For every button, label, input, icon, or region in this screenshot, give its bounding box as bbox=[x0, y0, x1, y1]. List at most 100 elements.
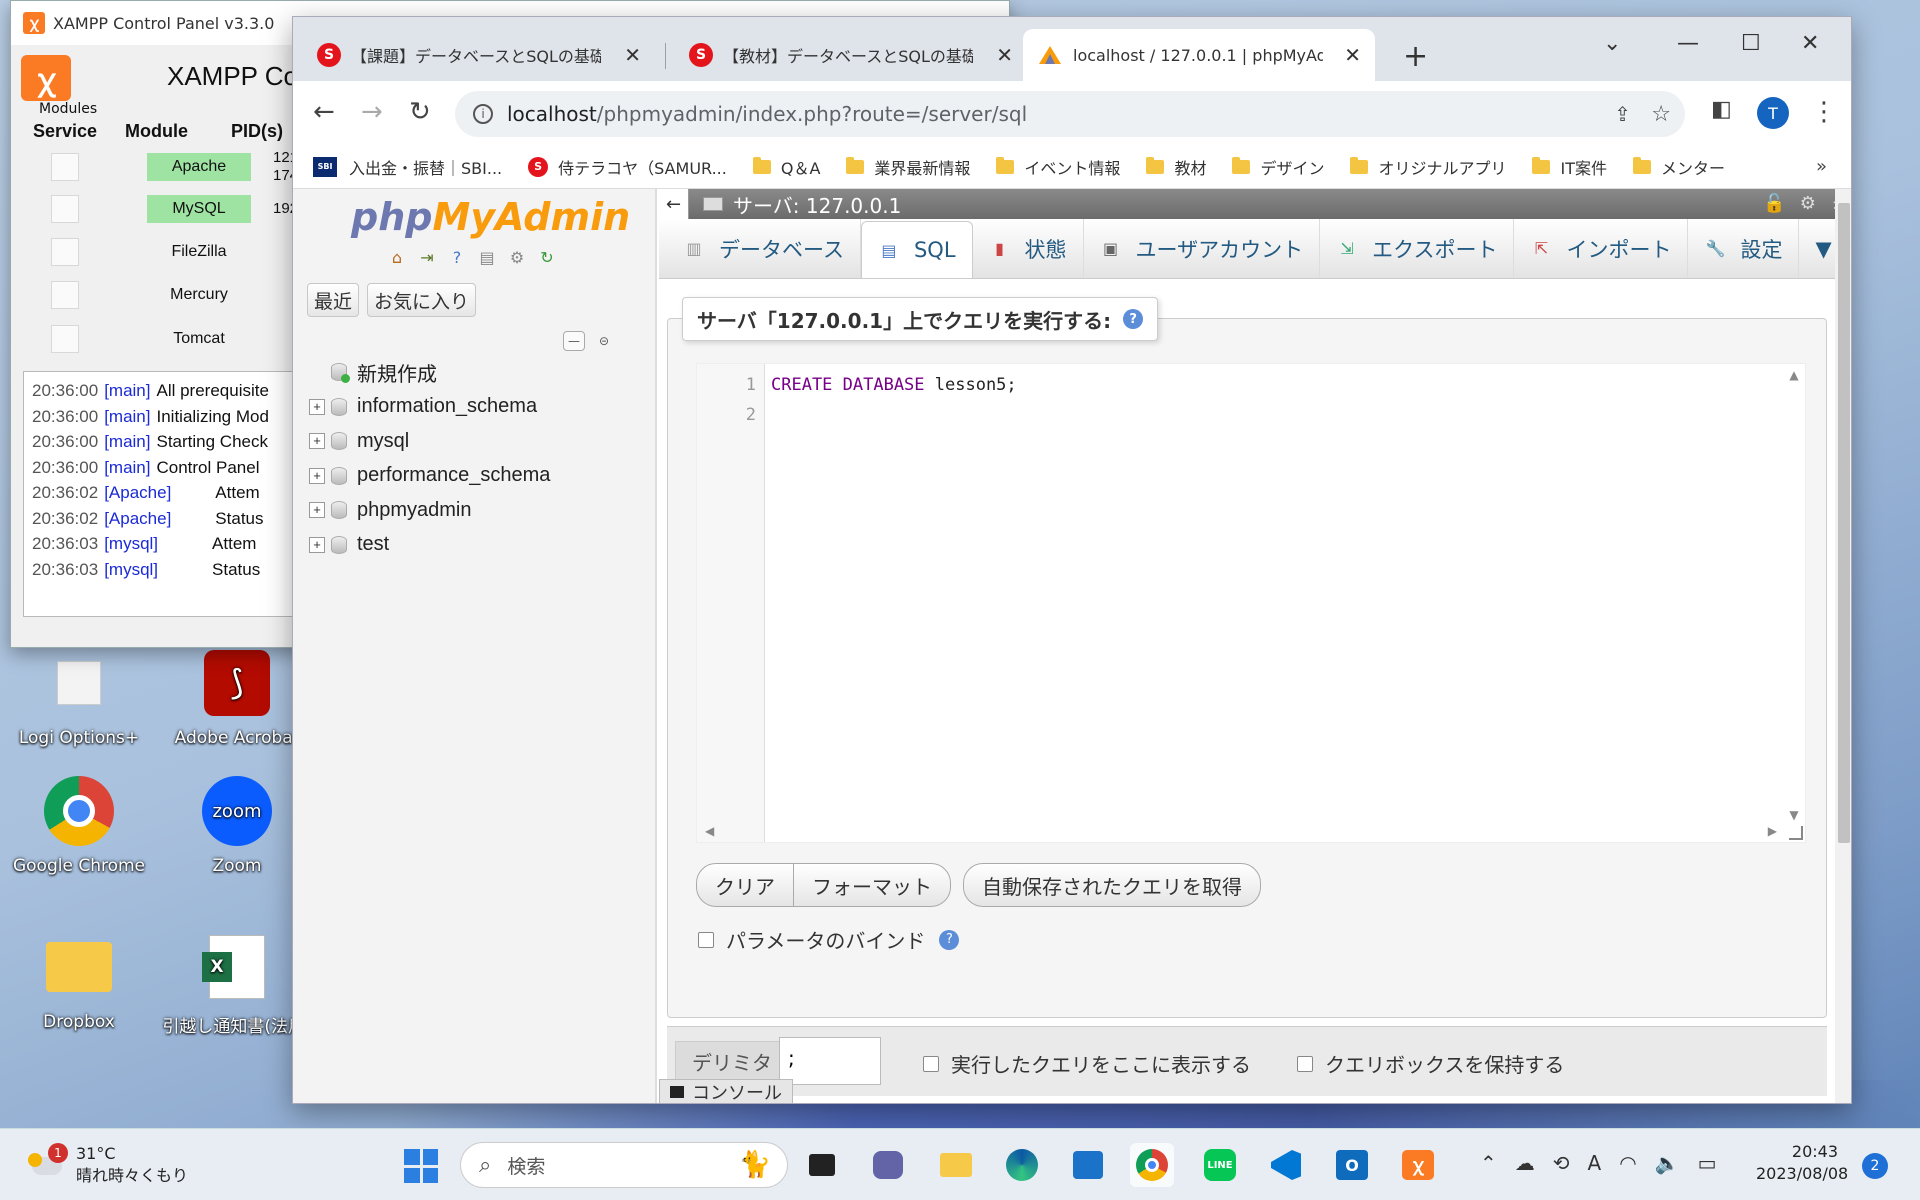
expand-icon[interactable]: + bbox=[309, 467, 325, 484]
bookmark-item[interactable]: SBI 入出金・振替｜SBI... bbox=[313, 155, 502, 179]
close-icon[interactable]: ✕ bbox=[996, 43, 1013, 67]
chevron-up-icon[interactable]: ⌃ bbox=[1480, 1151, 1497, 1175]
bookmark-folder[interactable]: メンター bbox=[1632, 155, 1725, 179]
browser-tab-2[interactable]: S 【教材】データベースとSQLの基礎を学 ✕ bbox=[675, 29, 1027, 81]
star-icon[interactable]: ☆ bbox=[1651, 102, 1671, 127]
resize-handle-icon[interactable] bbox=[1789, 826, 1803, 840]
service-checkbox[interactable] bbox=[51, 153, 79, 181]
collapse-nav-icon[interactable]: ← bbox=[659, 189, 689, 219]
xampp-taskbar-icon[interactable]: ꭓ bbox=[1396, 1143, 1440, 1187]
more-bookmarks-icon[interactable]: » bbox=[1816, 156, 1827, 177]
bookmark-folder[interactable]: Q＆A bbox=[752, 155, 820, 179]
bookmark-folder[interactable]: イベント情報 bbox=[996, 155, 1120, 179]
desktop-icon-chrome[interactable]: Google Chrome bbox=[4, 774, 154, 876]
onedrive-icon[interactable]: ☁ bbox=[1515, 1151, 1535, 1175]
tab-import[interactable]: ⇱ インポート bbox=[1514, 219, 1689, 278]
console-toggle[interactable]: コンソール bbox=[659, 1079, 793, 1103]
desktop-icon-zoom[interactable]: zoom Zoom bbox=[162, 774, 312, 876]
page-scrollbar[interactable] bbox=[1835, 189, 1851, 1103]
scroll-down-icon[interactable]: ▼ bbox=[1789, 808, 1798, 822]
bookmark-item[interactable]: S 侍テラコヤ（SAMUR... bbox=[528, 155, 727, 179]
store-icon[interactable] bbox=[1066, 1143, 1110, 1187]
sync-icon[interactable]: ⟲ bbox=[1553, 1151, 1570, 1175]
tab-databases[interactable]: ▥ データベース bbox=[667, 219, 861, 278]
expand-icon[interactable]: + bbox=[309, 502, 325, 519]
bookmark-folder[interactable]: デザイン bbox=[1232, 155, 1324, 179]
bookmark-folder[interactable]: 教材 bbox=[1146, 155, 1206, 179]
scroll-left-icon[interactable]: ◀ bbox=[705, 824, 714, 838]
recent-button[interactable]: 最近 bbox=[307, 283, 360, 317]
scroll-up-icon[interactable]: ▲ bbox=[1789, 368, 1798, 382]
menu-icon[interactable]: ⋮ bbox=[1811, 97, 1837, 127]
retain-box-checkbox[interactable] bbox=[1297, 1055, 1313, 1072]
weather-widget[interactable]: 1 31°C 晴れ時々くもり bbox=[28, 1143, 188, 1187]
tree-database-item[interactable]: + information_schema bbox=[309, 390, 550, 425]
tab-status[interactable]: ▮ 状態 bbox=[973, 219, 1084, 278]
delimiter-input[interactable]: ; bbox=[779, 1037, 881, 1085]
sql-editor[interactable]: 12 CREATE DATABASE lesson5; ▲ ▼ ◀ ▶ bbox=[696, 363, 1806, 843]
line-icon[interactable]: LINE bbox=[1198, 1143, 1242, 1187]
collapse-all-icon[interactable]: — bbox=[563, 331, 585, 351]
desktop-icon-dropbox[interactable]: Dropbox bbox=[4, 930, 154, 1032]
xampp-log[interactable]: 20:36:00 [main] All prerequisite 20:36:00[… bbox=[23, 371, 313, 617]
chrome-window[interactable]: S 【課題】データベースとSQLの基礎を学 ✕ S 【教材】データベースとSQL… bbox=[292, 16, 1852, 1104]
service-checkbox[interactable] bbox=[51, 195, 79, 223]
phpmyadmin-logo[interactable]: phpMyAdmin bbox=[351, 195, 630, 239]
reload-icon[interactable]: ↻ bbox=[409, 97, 431, 127]
desktop-icon-excel[interactable]: X 引越し通知書(法用) bbox=[162, 930, 312, 1037]
close-icon[interactable]: ✕ bbox=[1344, 43, 1361, 67]
sql-code[interactable]: CREATE DATABASE lesson5; bbox=[771, 370, 1017, 400]
expand-icon[interactable]: + bbox=[309, 536, 325, 553]
task-view-icon[interactable] bbox=[800, 1143, 844, 1187]
info-icon[interactable]: i bbox=[473, 104, 493, 124]
notification-badge[interactable]: 2 bbox=[1862, 1153, 1888, 1179]
tab-settings[interactable]: 🔧 設定 bbox=[1688, 219, 1800, 278]
format-button[interactable]: フォーマット bbox=[793, 864, 950, 906]
tree-database-item[interactable]: + performance_schema bbox=[309, 459, 550, 494]
desktop-icon-logi[interactable]: Logi Options+ bbox=[4, 646, 154, 748]
tab-export[interactable]: ⇲ エクスポート bbox=[1320, 219, 1515, 278]
address-bar[interactable]: i localhost/phpmyadmin/index.php?route=/… bbox=[455, 91, 1685, 137]
help-icon[interactable]: ? bbox=[445, 245, 469, 269]
file-explorer-icon[interactable] bbox=[934, 1143, 978, 1187]
battery-icon[interactable]: ▭ bbox=[1698, 1151, 1717, 1175]
tree-database-item[interactable]: + phpmyadmin bbox=[309, 493, 550, 528]
start-button[interactable] bbox=[404, 1149, 438, 1183]
share-icon[interactable]: ⇪ bbox=[1614, 102, 1631, 126]
tab-sql[interactable]: ▤ SQL bbox=[860, 221, 973, 278]
service-checkbox[interactable] bbox=[51, 281, 79, 309]
expand-icon[interactable]: + bbox=[309, 398, 325, 415]
reload-nav-icon[interactable]: ↻ bbox=[535, 245, 559, 269]
lock-icon[interactable]: 🔓 bbox=[1763, 193, 1785, 214]
logout-icon[interactable]: ⇥ bbox=[415, 245, 439, 269]
outlook-icon[interactable]: O bbox=[1330, 1143, 1374, 1187]
vscode-icon[interactable] bbox=[1264, 1143, 1308, 1187]
bookmark-folder[interactable]: オリジナルアプリ bbox=[1350, 155, 1506, 179]
bookmark-folder[interactable]: 業界最新情報 bbox=[846, 155, 970, 179]
close-icon[interactable]: ✕ bbox=[624, 43, 641, 67]
browser-tab-3-active[interactable]: localhost / 127.0.0.1 | phpMyAdmin ✕ bbox=[1023, 29, 1375, 81]
desktop-icon-acrobat[interactable]: ⟆ Adobe Acrobat bbox=[162, 646, 312, 748]
tree-database-item[interactable]: + mysql bbox=[309, 424, 550, 459]
settings-icon[interactable]: ⚙ bbox=[505, 245, 529, 269]
volume-icon[interactable]: 🔈 bbox=[1655, 1151, 1680, 1175]
favorites-button[interactable]: お気に入り bbox=[367, 283, 477, 317]
help-icon[interactable]: ? bbox=[939, 929, 960, 950]
service-checkbox[interactable] bbox=[51, 325, 79, 353]
taskbar-search[interactable]: ⌕ 検索 🐈 bbox=[460, 1142, 788, 1188]
bind-parameters-checkbox[interactable] bbox=[698, 931, 714, 948]
get-autosaved-query-button[interactable]: 自動保存されたクエリを取得 bbox=[964, 864, 1260, 906]
minimize-icon[interactable]: — bbox=[1677, 31, 1699, 56]
home-icon[interactable]: ⌂ bbox=[385, 245, 409, 269]
side-panel-icon[interactable]: ◧ bbox=[1711, 97, 1732, 122]
ime-icon[interactable]: A bbox=[1588, 1151, 1602, 1175]
server-link[interactable]: サーバ: 127.0.0.1 bbox=[703, 190, 901, 219]
edge-icon[interactable] bbox=[1000, 1143, 1044, 1187]
browser-tab-1[interactable]: S 【課題】データベースとSQLの基礎を学 ✕ bbox=[303, 29, 655, 81]
new-tab-button[interactable]: + bbox=[1403, 39, 1428, 74]
tree-database-item[interactable]: + test bbox=[309, 528, 550, 563]
teams-chat-icon[interactable] bbox=[866, 1143, 910, 1187]
link-icon[interactable]: ⊝ bbox=[593, 331, 615, 351]
show-query-checkbox[interactable] bbox=[923, 1055, 939, 1072]
wifi-icon[interactable]: ◠ bbox=[1619, 1151, 1636, 1175]
